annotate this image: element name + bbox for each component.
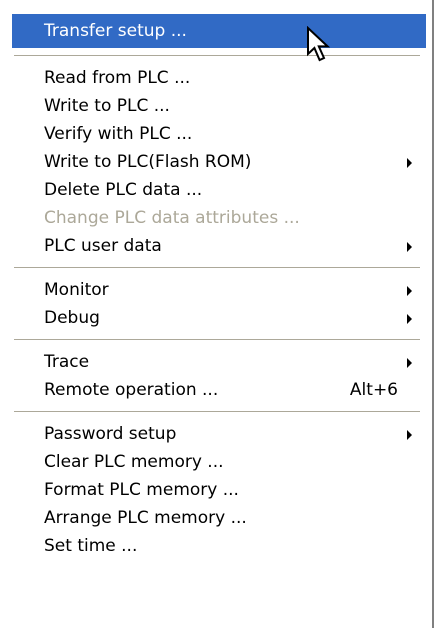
menu-item-verify-with-plc[interactable]: Verify with PLC ... — [0, 120, 432, 148]
online-context-menu: Transfer setup ... Read from PLC ... Write… — [0, 0, 434, 628]
menu-item-label: Monitor — [44, 280, 109, 300]
menu-item-label: Remote operation ... — [44, 380, 219, 400]
menu-separator — [14, 339, 420, 341]
menu-item-delete-plc-data[interactable]: Delete PLC data ... — [0, 176, 432, 204]
menu-item-label: Clear PLC memory ... — [44, 452, 224, 472]
submenu-arrow-icon — [407, 430, 412, 440]
menu-item-label: Verify with PLC ... — [44, 124, 193, 144]
submenu-arrow-icon — [407, 314, 412, 324]
menu-item-format-plc-memory[interactable]: Format PLC memory ... — [0, 476, 432, 504]
menu-item-monitor[interactable]: Monitor — [0, 276, 432, 304]
menu-item-label: Trace — [44, 352, 90, 372]
submenu-arrow-icon — [407, 158, 412, 168]
menu-item-label: PLC user data — [44, 236, 162, 256]
menu-item-write-to-plc-flash-rom[interactable]: Write to PLC(Flash ROM) — [0, 148, 432, 176]
menu-item-label: Debug — [44, 308, 100, 328]
menu-item-password-setup[interactable]: Password setup — [0, 420, 432, 448]
menu-item-label: Password setup — [44, 424, 177, 444]
submenu-arrow-icon — [407, 358, 412, 368]
submenu-arrow-icon — [407, 286, 412, 296]
menu-item-trace[interactable]: Trace — [0, 348, 432, 376]
menu-separator — [14, 411, 420, 413]
menu-separator — [14, 55, 420, 57]
menu-item-label: Change PLC data attributes ... — [44, 208, 300, 228]
menu-item-write-to-plc[interactable]: Write to PLC ... — [0, 92, 432, 120]
menu-item-label: Write to PLC(Flash ROM) — [44, 152, 252, 172]
menu-item-label: Set time ... — [44, 536, 138, 556]
menu-item-change-plc-data-attributes: Change PLC data attributes ... — [0, 204, 432, 232]
menu-item-label: Read from PLC ... — [44, 68, 191, 88]
submenu-arrow-icon — [407, 242, 412, 252]
menu-item-shortcut: Alt+6 — [349, 380, 398, 400]
menu-item-read-from-plc[interactable]: Read from PLC ... — [0, 64, 432, 92]
mouse-pointer-icon — [307, 26, 331, 62]
menu-item-clear-plc-memory[interactable]: Clear PLC memory ... — [0, 448, 432, 476]
menu-item-label: Arrange PLC memory ... — [44, 508, 247, 528]
menu-item-plc-user-data[interactable]: PLC user data — [0, 232, 432, 260]
menu-item-label: Write to PLC ... — [44, 96, 170, 116]
menu-item-label: Transfer setup ... — [44, 21, 187, 41]
menu-item-label: Format PLC memory ... — [44, 480, 239, 500]
menu-item-remote-operation[interactable]: Remote operation ... Alt+6 — [0, 376, 432, 404]
menu-item-set-time[interactable]: Set time ... — [0, 532, 432, 560]
menu-item-label: Delete PLC data ... — [44, 180, 203, 200]
menu-item-debug[interactable]: Debug — [0, 304, 432, 332]
menu-item-arrange-plc-memory[interactable]: Arrange PLC memory ... — [0, 504, 432, 532]
menu-item-transfer-setup[interactable]: Transfer setup ... — [12, 14, 426, 48]
menu-separator — [14, 267, 420, 269]
